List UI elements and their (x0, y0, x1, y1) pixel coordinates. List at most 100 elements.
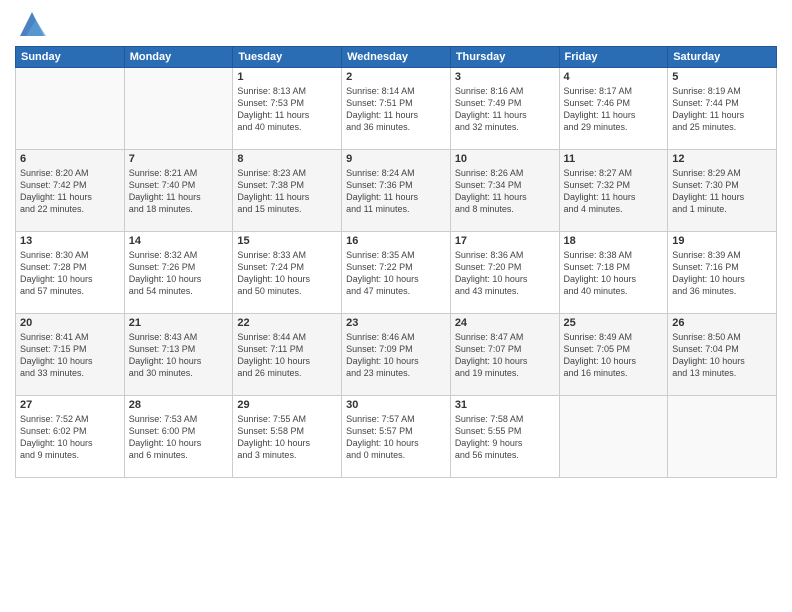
calendar-cell: 20 Sunrise: 8:41 AM Sunset: 7:15 PM Dayli… (16, 314, 125, 396)
day-number: 7 (129, 153, 229, 165)
day-info: Sunrise: 8:20 AM Sunset: 7:42 PM Dayligh… (20, 167, 120, 216)
day-number: 17 (455, 235, 555, 247)
day-header-wednesday: Wednesday (342, 47, 451, 68)
calendar-cell: 7 Sunrise: 8:21 AM Sunset: 7:40 PM Daylig… (124, 150, 233, 232)
day-info: Sunrise: 8:33 AM Sunset: 7:24 PM Dayligh… (237, 249, 337, 298)
day-info: Sunrise: 8:16 AM Sunset: 7:49 PM Dayligh… (455, 85, 555, 134)
calendar-cell: 8Sunrise: 8:23 AM Sunset: 7:38 PM Daylig… (233, 150, 342, 232)
day-info: Sunrise: 7:58 AM Sunset: 5:55 PM Dayligh… (455, 413, 555, 462)
day-number: 6 (20, 153, 120, 165)
week-row-5: 27 Sunrise: 7:52 AM Sunset: 6:02 PM Dayli… (16, 396, 777, 478)
day-info: Sunrise: 8:26 AM Sunset: 7:34 PM Dayligh… (455, 167, 555, 216)
day-info: Sunrise: 7:52 AM Sunset: 6:02 PM Dayligh… (20, 413, 120, 462)
day-info: Sunrise: 8:39 AM Sunset: 7:16 PM Dayligh… (672, 249, 772, 298)
week-row-4: 20 Sunrise: 8:41 AM Sunset: 7:15 PM Dayli… (16, 314, 777, 396)
day-info: Sunrise: 8:30 AM Sunset: 7:28 PM Dayligh… (20, 249, 120, 298)
day-info: Sunrise: 8:46 AM Sunset: 7:09 PM Dayligh… (346, 331, 446, 380)
day-info: Sunrise: 8:38 AM Sunset: 7:18 PM Dayligh… (564, 249, 664, 298)
day-number: 25 (564, 317, 664, 329)
day-header-monday: Monday (124, 47, 233, 68)
day-number: 27 (20, 399, 120, 411)
calendar-cell: 24Sunrise: 8:47 AM Sunset: 7:07 PM Dayli… (450, 314, 559, 396)
calendar-cell: 15 Sunrise: 8:33 AM Sunset: 7:24 PM Dayli… (233, 232, 342, 314)
day-number: 12 (672, 153, 772, 165)
day-info: Sunrise: 8:24 AM Sunset: 7:36 PM Dayligh… (346, 167, 446, 216)
calendar-cell: 4 Sunrise: 8:17 AM Sunset: 7:46 PM Daylig… (559, 68, 668, 150)
day-info: Sunrise: 8:23 AM Sunset: 7:38 PM Dayligh… (237, 167, 337, 216)
calendar-cell: 22 Sunrise: 8:44 AM Sunset: 7:11 PM Dayli… (233, 314, 342, 396)
day-number: 26 (672, 317, 772, 329)
day-number: 10 (455, 153, 555, 165)
week-row-3: 13 Sunrise: 8:30 AM Sunset: 7:28 PM Dayli… (16, 232, 777, 314)
day-number: 11 (564, 153, 664, 165)
calendar-cell: 1 Sunrise: 8:13 AM Sunset: 7:53 PM Daylig… (233, 68, 342, 150)
calendar-cell: 18Sunrise: 8:38 AM Sunset: 7:18 PM Dayli… (559, 232, 668, 314)
calendar-cell: 21 Sunrise: 8:43 AM Sunset: 7:13 PM Dayli… (124, 314, 233, 396)
day-info: Sunrise: 8:21 AM Sunset: 7:40 PM Dayligh… (129, 167, 229, 216)
calendar-cell: 17Sunrise: 8:36 AM Sunset: 7:20 PM Dayli… (450, 232, 559, 314)
calendar-cell (124, 68, 233, 150)
calendar-cell (16, 68, 125, 150)
day-number: 24 (455, 317, 555, 329)
day-info: Sunrise: 8:27 AM Sunset: 7:32 PM Dayligh… (564, 167, 664, 216)
day-number: 21 (129, 317, 229, 329)
calendar-cell: 10 Sunrise: 8:26 AM Sunset: 7:34 PM Dayli… (450, 150, 559, 232)
day-info: Sunrise: 7:55 AM Sunset: 5:58 PM Dayligh… (237, 413, 337, 462)
calendar-cell: 31 Sunrise: 7:58 AM Sunset: 5:55 PM Dayli… (450, 396, 559, 478)
day-info: Sunrise: 8:14 AM Sunset: 7:51 PM Dayligh… (346, 85, 446, 134)
day-info: Sunrise: 8:32 AM Sunset: 7:26 PM Dayligh… (129, 249, 229, 298)
calendar-cell: 30Sunrise: 7:57 AM Sunset: 5:57 PM Dayli… (342, 396, 451, 478)
day-info: Sunrise: 8:50 AM Sunset: 7:04 PM Dayligh… (672, 331, 772, 380)
week-row-1: 1 Sunrise: 8:13 AM Sunset: 7:53 PM Daylig… (16, 68, 777, 150)
calendar-cell: 2 Sunrise: 8:14 AM Sunset: 7:51 PM Daylig… (342, 68, 451, 150)
calendar-cell: 25 Sunrise: 8:49 AM Sunset: 7:05 PM Dayli… (559, 314, 668, 396)
day-info: Sunrise: 8:41 AM Sunset: 7:15 PM Dayligh… (20, 331, 120, 380)
calendar-cell (668, 396, 777, 478)
day-number: 22 (237, 317, 337, 329)
calendar-cell: 12Sunrise: 8:29 AM Sunset: 7:30 PM Dayli… (668, 150, 777, 232)
calendar-table: SundayMondayTuesdayWednesdayThursdayFrid… (15, 46, 777, 478)
day-header-thursday: Thursday (450, 47, 559, 68)
day-info: Sunrise: 8:19 AM Sunset: 7:44 PM Dayligh… (672, 85, 772, 134)
calendar-header-row: SundayMondayTuesdayWednesdayThursdayFrid… (16, 47, 777, 68)
day-number: 5 (672, 71, 772, 83)
day-number: 9 (346, 153, 446, 165)
day-header-sunday: Sunday (16, 47, 125, 68)
day-info: Sunrise: 8:43 AM Sunset: 7:13 PM Dayligh… (129, 331, 229, 380)
day-info: Sunrise: 8:17 AM Sunset: 7:46 PM Dayligh… (564, 85, 664, 134)
day-info: Sunrise: 7:57 AM Sunset: 5:57 PM Dayligh… (346, 413, 446, 462)
calendar-cell: 16 Sunrise: 8:35 AM Sunset: 7:22 PM Dayli… (342, 232, 451, 314)
day-info: Sunrise: 8:35 AM Sunset: 7:22 PM Dayligh… (346, 249, 446, 298)
day-number: 14 (129, 235, 229, 247)
day-number: 19 (672, 235, 772, 247)
day-number: 28 (129, 399, 229, 411)
day-number: 15 (237, 235, 337, 247)
calendar-cell: 5 Sunrise: 8:19 AM Sunset: 7:44 PM Daylig… (668, 68, 777, 150)
calendar-cell: 19 Sunrise: 8:39 AM Sunset: 7:16 PM Dayli… (668, 232, 777, 314)
calendar-cell: 29Sunrise: 7:55 AM Sunset: 5:58 PM Dayli… (233, 396, 342, 478)
page: SundayMondayTuesdayWednesdayThursdayFrid… (0, 0, 792, 612)
day-number: 31 (455, 399, 555, 411)
calendar-cell: 28 Sunrise: 7:53 AM Sunset: 6:00 PM Dayli… (124, 396, 233, 478)
day-number: 20 (20, 317, 120, 329)
calendar-cell: 26 Sunrise: 8:50 AM Sunset: 7:04 PM Dayli… (668, 314, 777, 396)
day-header-saturday: Saturday (668, 47, 777, 68)
day-number: 2 (346, 71, 446, 83)
logo (15, 10, 46, 38)
calendar-cell: 13 Sunrise: 8:30 AM Sunset: 7:28 PM Dayli… (16, 232, 125, 314)
day-number: 1 (237, 71, 337, 83)
calendar-cell: 23Sunrise: 8:46 AM Sunset: 7:09 PM Dayli… (342, 314, 451, 396)
day-number: 13 (20, 235, 120, 247)
day-info: Sunrise: 8:49 AM Sunset: 7:05 PM Dayligh… (564, 331, 664, 380)
day-info: Sunrise: 7:53 AM Sunset: 6:00 PM Dayligh… (129, 413, 229, 462)
calendar-body: 1 Sunrise: 8:13 AM Sunset: 7:53 PM Daylig… (16, 68, 777, 478)
calendar-cell: 11 Sunrise: 8:27 AM Sunset: 7:32 PM Dayli… (559, 150, 668, 232)
day-header-tuesday: Tuesday (233, 47, 342, 68)
day-number: 16 (346, 235, 446, 247)
calendar-cell: 6 Sunrise: 8:20 AM Sunset: 7:42 PM Daylig… (16, 150, 125, 232)
logo-icon (18, 10, 46, 38)
day-number: 3 (455, 71, 555, 83)
day-number: 4 (564, 71, 664, 83)
day-info: Sunrise: 8:44 AM Sunset: 7:11 PM Dayligh… (237, 331, 337, 380)
day-info: Sunrise: 8:13 AM Sunset: 7:53 PM Dayligh… (237, 85, 337, 134)
